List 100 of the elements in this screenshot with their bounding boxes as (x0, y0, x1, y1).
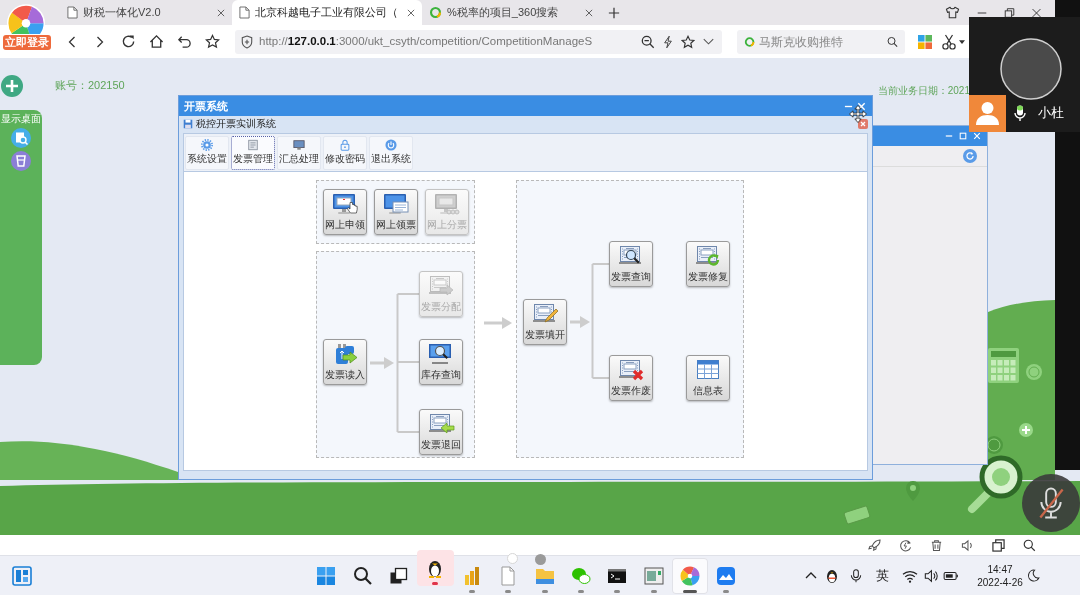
scissors-icon[interactable] (942, 33, 956, 50)
feature-button[interactable]: 网上领票 (374, 189, 418, 235)
microphone-icon[interactable] (849, 567, 863, 584)
document-arrow-icon (427, 413, 455, 435)
clock-time: 14:47 (986, 562, 1014, 576)
chat-bubbles-icon (570, 565, 591, 586)
flow-arrow (370, 356, 394, 370)
feature-button[interactable]: 发票修复 (686, 241, 730, 287)
taskbar-button[interactable] (671, 557, 709, 594)
forward-icon[interactable] (95, 34, 105, 49)
chevron-down-icon[interactable] (703, 38, 714, 45)
star-icon[interactable] (681, 34, 695, 49)
restore-icon[interactable] (1004, 7, 1015, 18)
penguin-icon[interactable] (824, 567, 840, 584)
address-field[interactable]: http://127.0.0.1:3000/ukt_csyth/competition/CompetitionManageS (235, 29, 722, 54)
feature-button[interactable]: 发票退回 (419, 409, 463, 455)
dot-icon (535, 554, 546, 565)
muted-microphone-icon[interactable] (1022, 474, 1080, 532)
window-icon (643, 565, 664, 586)
star-icon[interactable] (204, 34, 220, 49)
feature-button[interactable]: 发票查询 (609, 241, 653, 287)
refresh-icon[interactable] (899, 538, 912, 552)
colorful-circle-icon (680, 565, 701, 586)
caret-up-icon[interactable] (805, 571, 817, 580)
feature-button[interactable]: 网上申领 (323, 189, 367, 235)
home-icon[interactable] (148, 34, 164, 49)
rocket-icon[interactable] (868, 538, 881, 552)
caret-icon[interactable] (959, 39, 965, 44)
widgets-icon[interactable] (12, 565, 32, 586)
calculator-icon (988, 348, 1019, 383)
shield-icon[interactable] (241, 34, 253, 49)
reload-icon[interactable] (120, 34, 136, 49)
taskbar-button[interactable] (417, 549, 454, 586)
toolbar-button[interactable]: 系统设置 (185, 135, 229, 170)
shirt-icon[interactable] (945, 6, 960, 19)
page-icon (67, 6, 78, 19)
feature-button[interactable]: 发票读入 (323, 339, 367, 385)
document-magnifier-icon[interactable] (11, 128, 31, 148)
monitor-icon (293, 138, 305, 151)
coin-icon (1026, 364, 1042, 380)
plus-icon (1019, 423, 1033, 437)
toolbar-button[interactable]: 修改密码 (323, 135, 367, 170)
refresh-icon[interactable] (963, 149, 977, 163)
zoom-icon[interactable] (641, 34, 655, 49)
clock-date: 2022-4-26 (977, 575, 1023, 589)
grid-icon[interactable] (918, 34, 932, 49)
search-icon[interactable] (352, 565, 373, 586)
battery-icon[interactable] (943, 569, 959, 582)
participant-name: 小杜 (1038, 104, 1064, 121)
microphone-icon[interactable] (1014, 105, 1026, 122)
ring-icon (744, 34, 756, 49)
browser-tab[interactable]: 北京科越电子工业有限公司（ (232, 0, 422, 25)
undo-icon[interactable] (176, 34, 192, 49)
toolbar-button[interactable]: 汇总处理 (277, 135, 321, 170)
monitor-pointer-icon (331, 193, 359, 215)
feature-button[interactable]: 库存查询 (419, 339, 463, 385)
speaker-icon[interactable] (961, 538, 974, 552)
avatar-icon (1000, 38, 1062, 100)
monitor-document-icon (382, 193, 410, 215)
trash-icon[interactable] (930, 538, 943, 552)
browser-tab[interactable]: 财税一体化V2.0 (60, 0, 232, 25)
overlapping-squares-icon[interactable] (388, 565, 409, 586)
speaker-icon[interactable] (924, 568, 938, 583)
plus-icon[interactable] (608, 6, 620, 19)
business-date: 当前业务日期：2021 (877, 85, 970, 97)
account-number: 账号：202150 (55, 78, 125, 94)
person-icon (969, 95, 1006, 132)
wifi-icon[interactable] (902, 568, 918, 583)
cup-icon[interactable] (11, 151, 31, 171)
table-icon (694, 359, 722, 381)
browser-tab[interactable]: %税率的项目_360搜索 (422, 0, 600, 25)
input-method-indicator[interactable]: 英 (876, 567, 889, 584)
document-pencil-icon (531, 303, 559, 325)
toolbar-button[interactable]: 退出系统 (369, 135, 413, 170)
feature-button[interactable]: 发票填开 (523, 299, 567, 345)
flow-arrow (484, 316, 512, 330)
close-icon[interactable] (1031, 7, 1042, 18)
search-icon[interactable] (886, 34, 898, 49)
search-icon[interactable] (1023, 538, 1036, 552)
ring-icon (429, 6, 442, 19)
system-name: 税控开票实训系统 (196, 118, 276, 130)
start-icon[interactable] (316, 565, 337, 586)
page-icon (239, 6, 250, 19)
monitor-documents-icon (433, 193, 461, 215)
feature-button[interactable]: 信息表 (686, 355, 730, 401)
restore-icon[interactable] (992, 538, 1005, 552)
sidebar-title: 显示桌面 (1, 113, 41, 125)
moon-icon[interactable] (1026, 568, 1040, 583)
plus-circle-icon[interactable] (1, 74, 23, 97)
feature-button[interactable]: 发票作废 (609, 355, 653, 401)
toolbar-button[interactable]: 发票管理 (231, 135, 275, 170)
mountain-tile-icon (716, 565, 737, 586)
move-cursor-icon (849, 105, 867, 123)
dialog-title: 开票系统 (184, 98, 228, 114)
gear-icon (201, 138, 213, 151)
search-field[interactable]: 马斯克收购推特 (759, 32, 883, 51)
search-box[interactable]: 马斯克收购推特 (737, 29, 905, 54)
document-cross-icon (617, 359, 645, 381)
lightning-icon[interactable] (663, 34, 673, 49)
back-icon[interactable] (67, 34, 77, 49)
